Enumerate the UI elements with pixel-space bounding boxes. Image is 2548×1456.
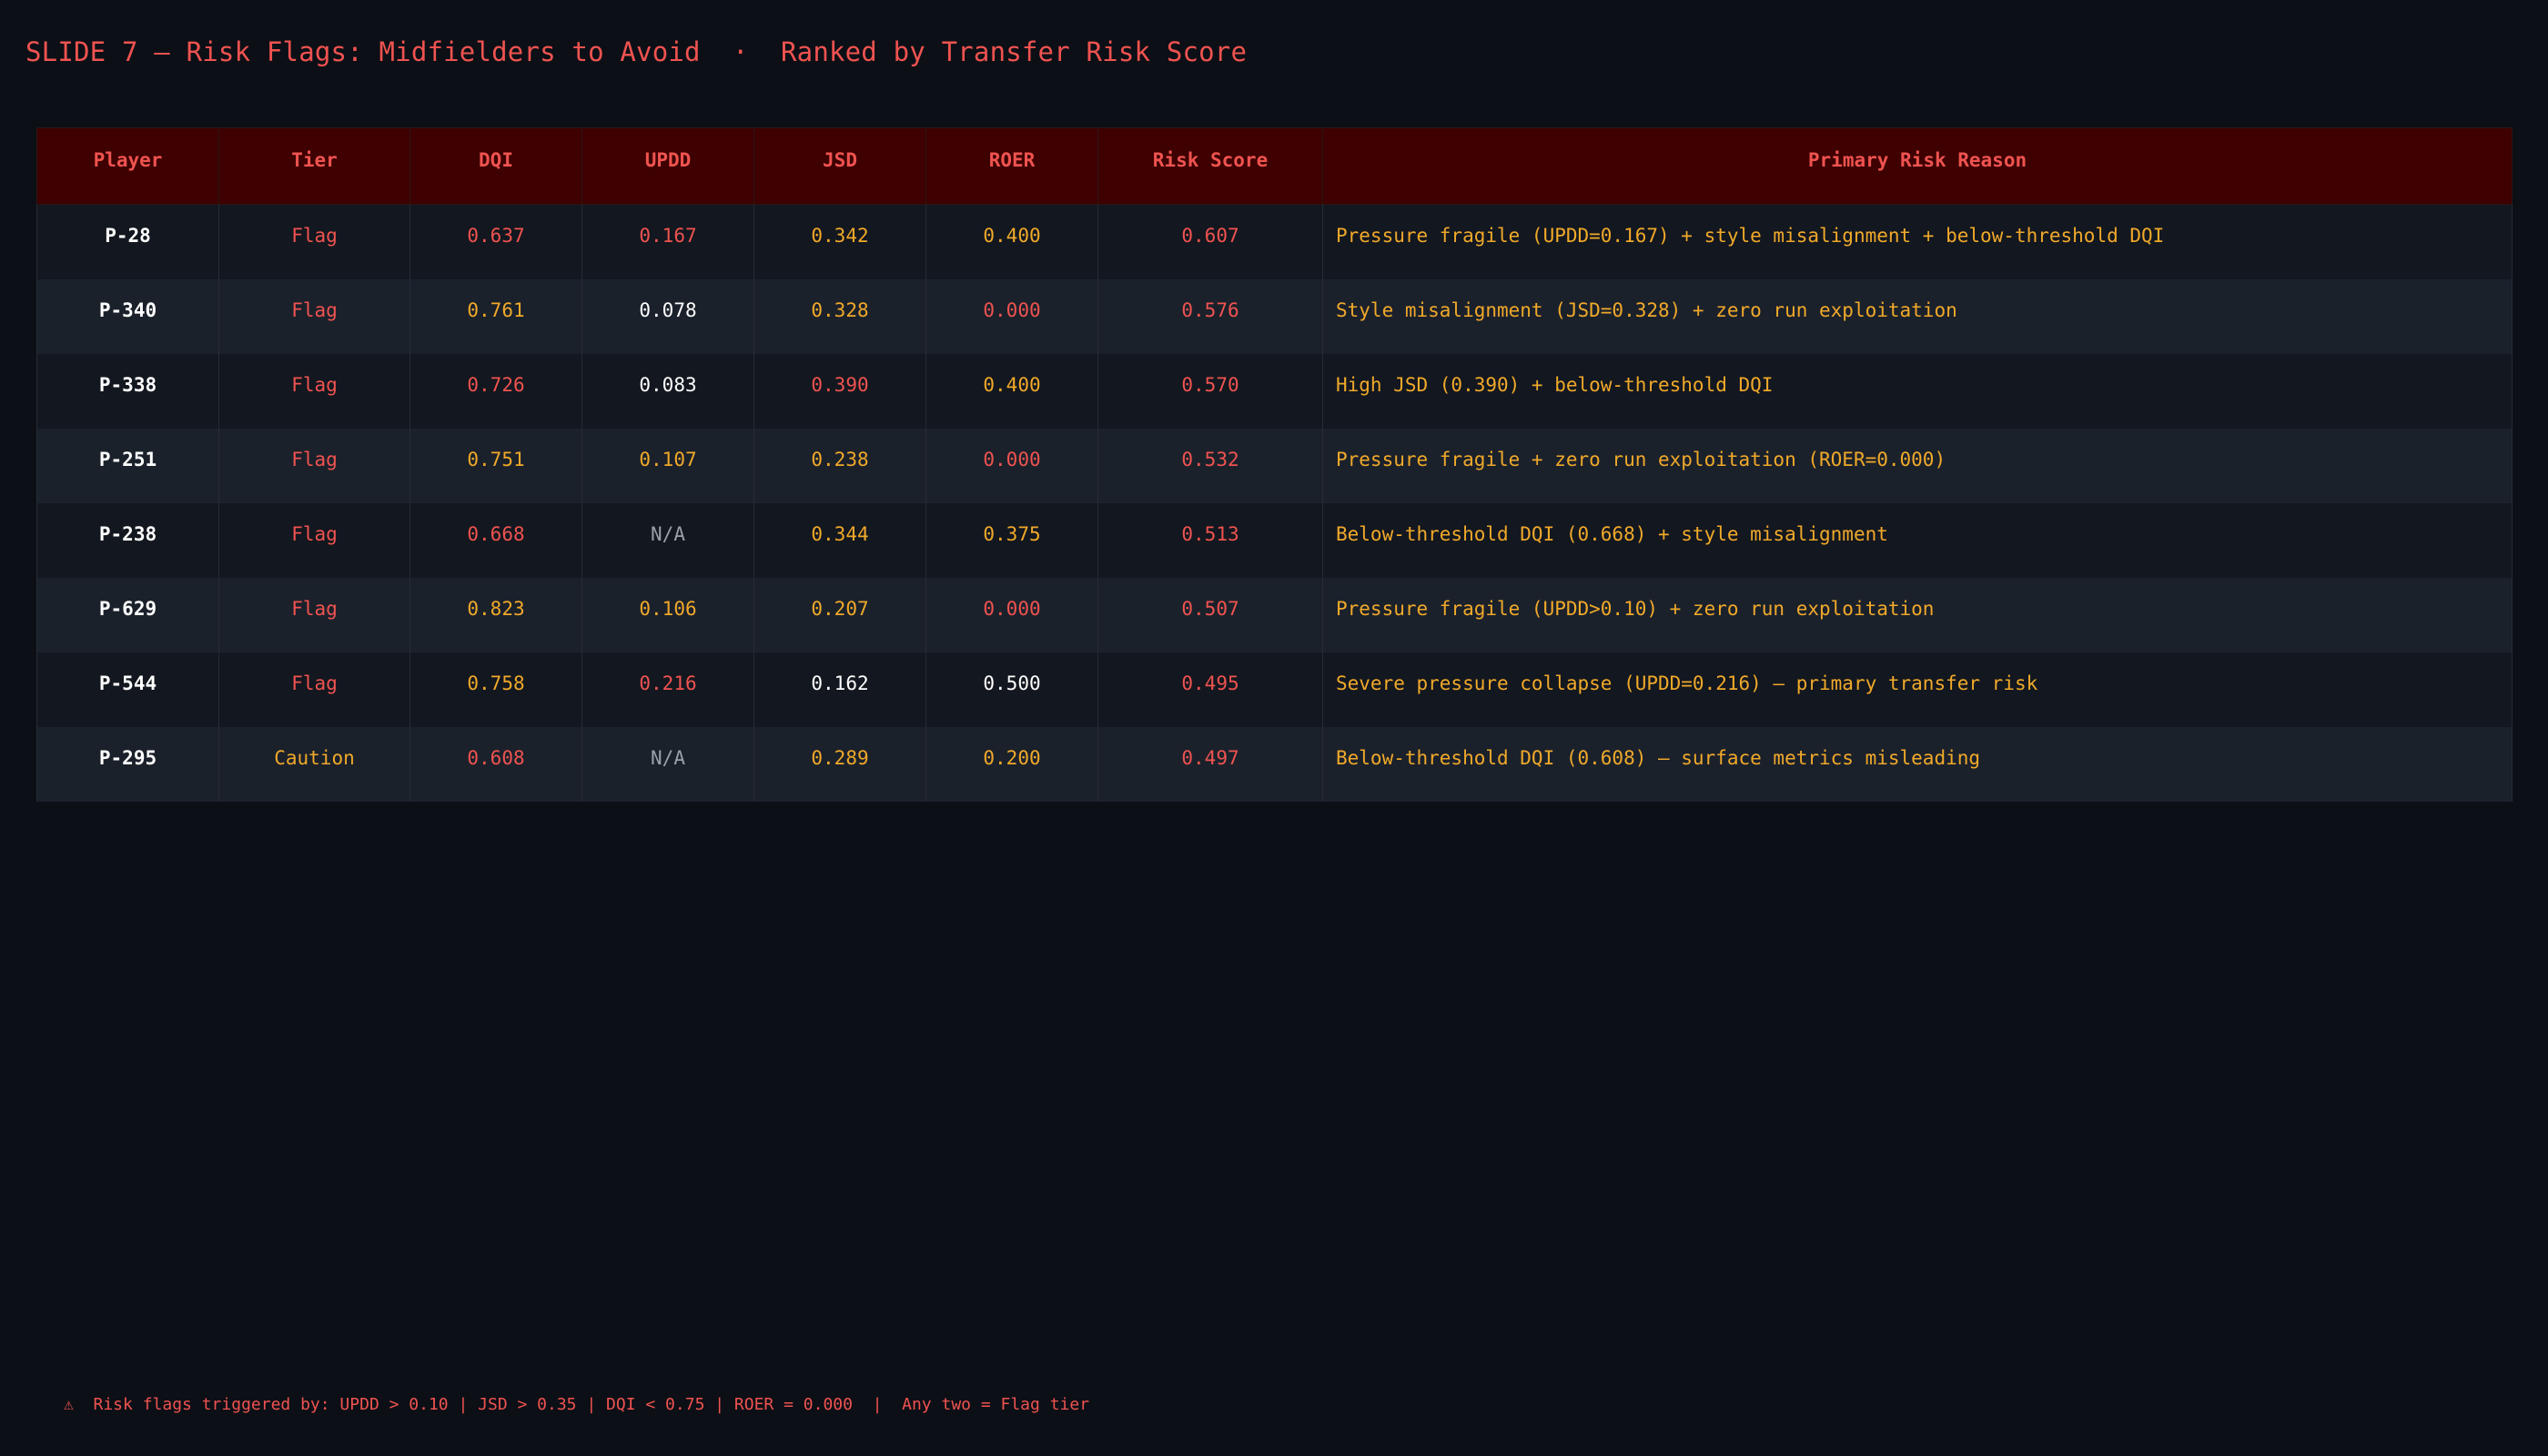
cell-jsd: 0.342 <box>753 204 926 279</box>
cell-risk-score: 0.507 <box>1097 578 1323 652</box>
cell-updd: N/A <box>581 503 754 578</box>
cell-tier: Flag <box>218 354 410 429</box>
cell-risk-score: 0.607 <box>1097 204 1323 279</box>
cell-primary-risk-reason: Severe pressure collapse (UPDD=0.216) — … <box>1322 652 2513 727</box>
header-roer: ROER <box>925 127 1098 205</box>
table-row: P-238 Flag 0.668 N/A 0.344 0.375 0.513 Below-th… <box>36 503 2513 578</box>
cell-roer: 0.000 <box>925 578 1098 652</box>
cell-risk-score: 0.570 <box>1097 354 1323 429</box>
cell-risk-score: 0.532 <box>1097 429 1323 503</box>
cell-roer: 0.375 <box>925 503 1098 578</box>
cell-tier: Caution <box>218 727 410 802</box>
cell-risk-score: 0.513 <box>1097 503 1323 578</box>
cell-updd: 0.167 <box>581 204 754 279</box>
table-body: P-28 Flag 0.637 0.167 0.342 0.400 0.607 Pressur… <box>36 204 2513 802</box>
cell-dqi: 0.637 <box>410 204 582 279</box>
cell-tier: Flag <box>218 204 410 279</box>
cell-roer: 0.500 <box>925 652 1098 727</box>
cell-primary-risk-reason: Below-threshold DQI (0.608) — surface me… <box>1322 727 2513 802</box>
cell-roer: 0.400 <box>925 204 1098 279</box>
cell-primary-risk-reason: Below-threshold DQI (0.668) + style misa… <box>1322 503 2513 578</box>
header-row: Player Tier DQI UPDD JSD ROER Risk Score… <box>36 127 2513 205</box>
cell-player: P-629 <box>36 578 219 652</box>
cell-player: P-238 <box>36 503 219 578</box>
cell-dqi: 0.758 <box>410 652 582 727</box>
table-header: Player Tier DQI UPDD JSD ROER Risk Score… <box>36 127 2513 205</box>
table-row: P-251 Flag 0.751 0.107 0.238 0.000 0.532 Pressu… <box>36 429 2513 503</box>
cell-updd: 0.083 <box>581 354 754 429</box>
cell-tier: Flag <box>218 578 410 652</box>
cell-updd: 0.216 <box>581 652 754 727</box>
table-row: P-338 Flag 0.726 0.083 0.390 0.400 0.570 High J… <box>36 354 2513 429</box>
cell-dqi: 0.608 <box>410 727 582 802</box>
table-row: P-295 Caution 0.608 N/A 0.289 0.200 0.497 Below… <box>36 727 2513 802</box>
cell-risk-score: 0.497 <box>1097 727 1323 802</box>
cell-updd: 0.078 <box>581 279 754 354</box>
table-row: P-629 Flag 0.823 0.106 0.207 0.000 0.507 Pressu… <box>36 578 2513 652</box>
header-jsd: JSD <box>753 127 926 205</box>
cell-primary-risk-reason: Pressure fragile (UPDD=0.167) + style mi… <box>1322 204 2513 279</box>
cell-roer: 0.000 <box>925 279 1098 354</box>
cell-tier: Flag <box>218 279 410 354</box>
cell-jsd: 0.390 <box>753 354 926 429</box>
cell-player: P-28 <box>36 204 219 279</box>
cell-jsd: 0.289 <box>753 727 926 802</box>
cell-roer: 0.000 <box>925 429 1098 503</box>
cell-dqi: 0.726 <box>410 354 582 429</box>
cell-updd: N/A <box>581 727 754 802</box>
header-dqi: DQI <box>410 127 582 205</box>
header-player: Player <box>36 127 219 205</box>
cell-updd: 0.107 <box>581 429 754 503</box>
cell-tier: Flag <box>218 503 410 578</box>
cell-jsd: 0.162 <box>753 652 926 727</box>
header-risk-score: Risk Score <box>1097 127 1323 205</box>
cell-jsd: 0.344 <box>753 503 926 578</box>
cell-player: P-544 <box>36 652 219 727</box>
cell-dqi: 0.751 <box>410 429 582 503</box>
cell-primary-risk-reason: Style misalignment (JSD=0.328) + zero ru… <box>1322 279 2513 354</box>
cell-primary-risk-reason: Pressure fragile (UPDD>0.10) + zero run … <box>1322 578 2513 652</box>
table-row: P-340 Flag 0.761 0.078 0.328 0.000 0.576 Style … <box>36 279 2513 354</box>
cell-primary-risk-reason: Pressure fragile + zero run exploitation… <box>1322 429 2513 503</box>
cell-dqi: 0.823 <box>410 578 582 652</box>
table-row: P-544 Flag 0.758 0.216 0.162 0.500 0.495 Severe… <box>36 652 2513 727</box>
cell-roer: 0.400 <box>925 354 1098 429</box>
cell-player: P-338 <box>36 354 219 429</box>
cell-dqi: 0.761 <box>410 279 582 354</box>
cell-primary-risk-reason: High JSD (0.390) + below-threshold DQI <box>1322 354 2513 429</box>
cell-dqi: 0.668 <box>410 503 582 578</box>
cell-player: P-295 <box>36 727 219 802</box>
risk-flags-table: Player Tier DQI UPDD JSD ROER Risk Score… <box>36 127 2513 802</box>
table-row: P-28 Flag 0.637 0.167 0.342 0.400 0.607 Pressur… <box>36 204 2513 279</box>
slide-title: SLIDE 7 — Risk Flags: Midfielders to Avo… <box>25 36 1248 67</box>
header-primary-risk-reason: Primary Risk Reason <box>1322 127 2513 205</box>
cell-tier: Flag <box>218 429 410 503</box>
cell-roer: 0.200 <box>925 727 1098 802</box>
cell-player: P-340 <box>36 279 219 354</box>
cell-updd: 0.106 <box>581 578 754 652</box>
header-tier: Tier <box>218 127 410 205</box>
cell-jsd: 0.328 <box>753 279 926 354</box>
cell-risk-score: 0.495 <box>1097 652 1323 727</box>
cell-tier: Flag <box>218 652 410 727</box>
risk-flag-criteria-note: ⚠ Risk flags triggered by: UPDD > 0.10 |… <box>64 1395 1090 1414</box>
header-updd: UPDD <box>581 127 754 205</box>
cell-player: P-251 <box>36 429 219 503</box>
cell-risk-score: 0.576 <box>1097 279 1323 354</box>
cell-jsd: 0.207 <box>753 578 926 652</box>
cell-jsd: 0.238 <box>753 429 926 503</box>
